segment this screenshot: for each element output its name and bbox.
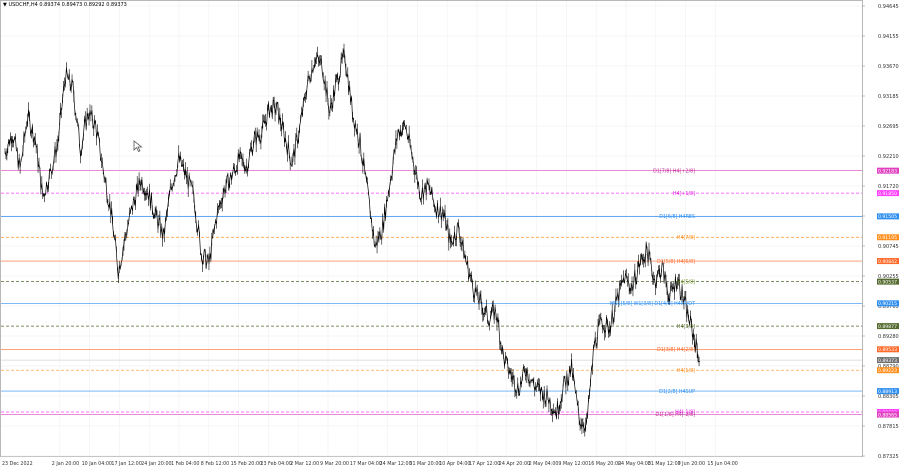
level-price-tag-text: 0.91195 <box>878 235 897 241</box>
level-price-tag-text: 0.90537 <box>878 279 897 285</box>
time-axis-label: 9 May 12:00 <box>558 461 588 467</box>
chart-header: ▼ USDCHF,H4 0.89374 0.89473 0.89292 0.89… <box>3 2 127 8</box>
level-label: H4[5/8] <box>677 279 695 285</box>
level-price-tag-text: 0.89533 <box>878 347 897 353</box>
level-price-tags: 0.92183 0.91850 0.91505 0.91195 0.90842 0.905… <box>877 167 899 418</box>
dropdown-arrow-icon[interactable]: ▼ <box>3 2 7 8</box>
price-axis-label: 0.90745 <box>878 244 899 250</box>
level-price-tag-text: 0.88565 <box>878 412 897 418</box>
time-axis-label: 16 May 20:00 <box>588 461 621 467</box>
time-axis-label: 2 May 04:00 <box>529 461 559 467</box>
price-axis-label: 0.94645 <box>878 4 899 10</box>
time-axis-label: 31 Mar 20:00 <box>409 461 441 467</box>
time-axis-label: 7 Jun 20:00 <box>678 461 705 467</box>
price-axis-label: 0.93670 <box>878 64 899 70</box>
time-axis-label: 23 Feb 04:00 <box>260 461 291 467</box>
time-axis-label: 31 May 12:00 <box>648 461 681 467</box>
level-label: H4[7/8] <box>677 235 695 241</box>
time-axis-label: 17 Jan 12:00 <box>111 461 141 467</box>
time-axis: 23 Dec 2022 2 Jan 20:00 10 Jan 04:00 17 Jan… <box>2 461 738 467</box>
time-axis-label: 24 May 04:00 <box>618 461 651 467</box>
level-label: H4[3/8] <box>677 324 695 330</box>
time-axis-label: 2 Mar 12:00 <box>290 461 319 467</box>
plot-frame <box>0 0 863 457</box>
time-axis-label: 15 Feb 20:00 <box>231 461 262 467</box>
time-axis-label: 17 Apr 12:00 <box>469 461 500 467</box>
level-price-tag-text: 0.90842 <box>878 259 897 265</box>
level-price-tag-text: 0.91850 <box>878 191 897 197</box>
time-axis-label: 9 Mar 20:00 <box>320 461 349 467</box>
chart-window[interactable]: D1[7/8] H4[+2/8] H4[+1/8] D1[6/8] H4RES H4[… <box>0 0 900 468</box>
price-axis-label: 0.87325 <box>878 454 899 460</box>
time-axis-label: 24 Jan 20:00 <box>141 461 171 467</box>
time-axis-label: 10 Jan 04:00 <box>82 461 112 467</box>
level-label: H4[1/8] <box>677 368 695 374</box>
time-axis-label: 17 Mar 04:00 <box>350 461 382 467</box>
level-price-tag-text: 0.91505 <box>878 214 897 220</box>
time-axis-label: 1 Feb 04:00 <box>171 461 199 467</box>
price-axis-label: 0.94155 <box>878 34 899 40</box>
level-label: MN1[5/8] W1[3/8] D1[4/8] H4PIVOT <box>610 301 695 307</box>
level-label: D1[5/8] H4[6/8] <box>657 259 695 265</box>
ohlc-quote: 0.89374 0.89473 0.89292 0.89373 <box>39 2 127 8</box>
symbol-label: USDCHF,H4 <box>8 2 38 8</box>
price-axis-label: 0.93185 <box>878 94 899 100</box>
level-label: D1[7/8] H4[+2/8] <box>653 168 695 174</box>
level-price-tag-text: 0.88913 <box>878 389 897 395</box>
price-axis-label: 0.89280 <box>878 334 899 340</box>
price-axis-label: 0.92210 <box>878 154 899 160</box>
level-price-tag-text: 0.92183 <box>878 168 897 174</box>
time-axis-label: 15 Jun 04:00 <box>707 461 737 467</box>
time-axis-label: 24 Apr 20:00 <box>499 461 530 467</box>
level-price-tag-text: 0.89877 <box>878 324 897 330</box>
price-axis-label: 0.91720 <box>878 184 899 190</box>
level-label: D1[1/8] H4[-2/8] <box>655 412 695 418</box>
current-price-tag-text: 0.89373 <box>878 358 897 364</box>
level-label: D1[6/8] H4RES <box>659 214 695 220</box>
level-label: H4[+1/8] <box>673 191 695 197</box>
level-price-tag-text: 0.90215 <box>878 301 897 307</box>
time-axis-label: 23 Dec 2022 <box>2 461 33 467</box>
time-axis-label: 8 Feb 12:00 <box>201 461 229 467</box>
price-axis-label: 0.92695 <box>878 124 899 130</box>
level-price-tag-text: 0.89223 <box>878 368 897 374</box>
time-axis-label: 2 Jan 20:00 <box>52 461 79 467</box>
level-label: D1[3/8] H4[2/8] <box>657 347 695 353</box>
price-axis-label: 0.88305 <box>878 394 899 400</box>
price-axis-label: 0.87815 <box>878 424 899 430</box>
time-axis-label: 24 Mar 12:00 <box>380 461 412 467</box>
time-axis-label: 10 Apr 04:00 <box>439 461 470 467</box>
price-chart[interactable]: D1[7/8] H4[+2/8] H4[+1/8] D1[6/8] H4RES H4[… <box>0 0 900 468</box>
level-label: D1[2/8] H4SUP <box>659 389 695 395</box>
